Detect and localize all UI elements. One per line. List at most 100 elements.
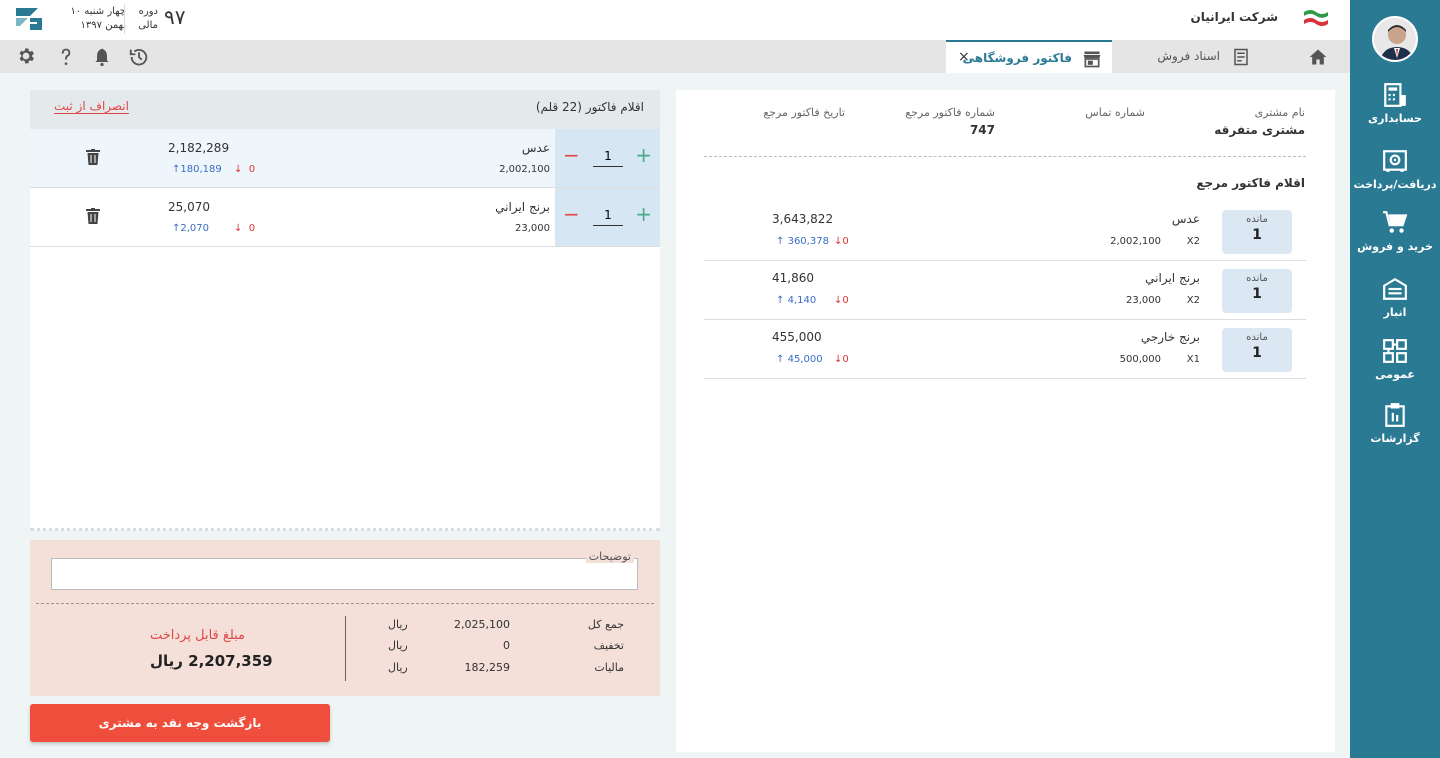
summary-divider — [345, 616, 346, 681]
accounting-icon — [1384, 83, 1406, 107]
delete-trash-icon[interactable] — [86, 149, 100, 168]
sidebar-item-label: گزارشات — [1370, 432, 1420, 445]
tax-value: 2,070 — [180, 223, 210, 234]
list-item[interactable]: مانده 1 برنج ايراني X2 23,000 41,860 ↑ 4… — [704, 261, 1306, 320]
item-total: 455,000 — [772, 330, 822, 344]
list-item[interactable]: مانده 1 عدس X2 2,002,100 3,643,822 ↑ 360… — [704, 202, 1306, 261]
grid-icon — [1383, 339, 1407, 363]
tax-increase: ↑2,070 — [172, 223, 209, 234]
discount-decrease: ↓0 — [834, 295, 849, 306]
fiscal-period-number[interactable]: ۹۷ — [164, 5, 185, 29]
item-price: 23,000 — [1126, 295, 1161, 306]
item-name: برنج ايراني — [495, 200, 550, 214]
discount-value: 0 — [248, 164, 256, 175]
remaining-value: 1 — [1252, 345, 1262, 361]
quantity-input[interactable] — [593, 145, 623, 167]
tab-store-invoice[interactable]: فاکتور فروشگاهی × — [946, 40, 1112, 73]
date-line-2: بهمن ۱۳۹۷ — [80, 20, 126, 31]
customer-value: مشتری متفرقه — [1214, 123, 1305, 137]
remaining-label: مانده — [1246, 332, 1268, 343]
item-total: 3,643,822 — [772, 212, 834, 226]
settings-gear-icon[interactable] — [16, 46, 36, 69]
increment-icon[interactable]: + — [635, 202, 652, 226]
tab-label: اسناد فروش — [1157, 49, 1220, 63]
divider — [704, 156, 1306, 157]
sidebar-item-buy-sell[interactable]: خرید و فروش — [1350, 210, 1440, 270]
currency-unit: ریال — [388, 661, 408, 674]
item-price: 2,002,100 — [499, 164, 550, 175]
item-price: 23,000 — [515, 223, 550, 234]
quantity-stepper: + − — [555, 188, 660, 246]
tax-value: 182,259 — [464, 661, 511, 674]
sidebar: حسابداری دریافت/پرداخت خرید و فروش انبار — [1350, 0, 1440, 758]
item-name: برنج خارجي — [1140, 330, 1200, 344]
user-avatar[interactable] — [1372, 16, 1418, 62]
document-icon — [1234, 48, 1248, 66]
decrement-icon[interactable]: − — [563, 143, 580, 167]
ref-number-label: شماره فاکتور مرجع — [905, 106, 995, 119]
notifications-bell-icon[interactable] — [92, 46, 112, 71]
increment-icon[interactable]: + — [635, 143, 652, 167]
currency-unit: ریال — [388, 639, 408, 652]
remaining-badge: مانده 1 — [1222, 210, 1292, 254]
table-row: + − عدس 2,002,100 2,182,289 ↑180,189 ↓ 0 — [30, 129, 660, 188]
delete-trash-icon[interactable] — [86, 208, 100, 227]
quantity-stepper: + − — [555, 129, 660, 187]
remaining-badge: مانده 1 — [1222, 328, 1292, 372]
list-item[interactable]: مانده 1 برنج خارجي X1 500,000 455,000 ↑ … — [704, 320, 1306, 379]
remaining-value: 1 — [1252, 227, 1262, 243]
discount-decrease: ↓0 — [834, 354, 849, 365]
history-icon[interactable] — [128, 46, 150, 71]
store-icon — [1083, 51, 1101, 68]
discount-value: 0 — [503, 639, 510, 652]
sidebar-item-warehouse[interactable]: انبار — [1350, 276, 1440, 336]
help-icon[interactable] — [56, 46, 76, 71]
contact-field: شماره تماس — [1085, 106, 1145, 119]
home-icon — [1309, 49, 1327, 65]
tax-value: 45,000 — [787, 354, 823, 365]
close-tab-icon[interactable]: × — [958, 49, 970, 65]
tab-label: فاکتور فروشگاهی — [962, 51, 1072, 65]
decrement-icon[interactable]: − — [563, 202, 580, 226]
tab-bar: اسناد فروش فاکتور فروشگاهی × — [0, 40, 1350, 73]
ref-date-label: تاریخ فاکتور مرجع — [763, 106, 845, 119]
item-name: برنج ايراني — [1145, 271, 1200, 285]
ref-number-value: 747 — [969, 123, 995, 137]
clipboard-icon — [1385, 403, 1405, 427]
table-row: + − برنج ايراني 23,000 25,070 ↑2,070 ↓ 0 — [30, 188, 660, 247]
avatar-image — [1374, 18, 1416, 60]
total-value: 2,025,100 — [454, 618, 510, 631]
tax-label: مالیات — [594, 661, 624, 674]
discount-decrease: ↓0 — [834, 236, 849, 247]
tab-home[interactable] — [1308, 47, 1328, 70]
item-qty: X2 — [1186, 236, 1200, 247]
company-name: شرکت ایرانیان — [1190, 10, 1278, 24]
tax-increase: ↑180,189 — [172, 164, 222, 175]
period-line-2: مالی — [138, 20, 158, 31]
quantity-input[interactable] — [593, 204, 623, 226]
notes-input[interactable] — [51, 558, 638, 590]
sidebar-item-label: انبار — [1383, 306, 1407, 319]
item-total: 25,070 — [168, 200, 210, 214]
refund-cash-button[interactable]: بازگشت وجه نقد به مشتری — [30, 704, 330, 742]
ref-date-field: تاریخ فاکتور مرجع — [763, 106, 845, 119]
sidebar-item-label: خرید و فروش — [1357, 240, 1433, 253]
ref-number-field: شماره فاکتور مرجع 747 — [905, 106, 995, 137]
header-divider — [124, 4, 125, 34]
app-logo — [14, 6, 46, 35]
summary-tax-row: مالیات 182,259 ریال — [370, 661, 640, 681]
cancel-registration-link[interactable]: انصراف از ثبت — [54, 99, 129, 114]
items-title: اقلام فاکتور (22 قلم) — [535, 100, 644, 114]
item-name: عدس — [521, 141, 550, 155]
customer-label: نام مشتری — [1254, 106, 1305, 119]
sidebar-item-label: عمومی — [1375, 368, 1415, 381]
sidebar-item-accounting[interactable]: حسابداری — [1350, 82, 1440, 142]
reference-items-title: اقلام فاکتور مرجع — [1196, 176, 1305, 190]
sidebar-item-receive-pay[interactable]: دریافت/پرداخت — [1350, 148, 1440, 208]
date-line-1: چهار شنبه ۱۰ — [70, 6, 126, 17]
sidebar-item-general[interactable]: عمومی — [1350, 338, 1440, 398]
arrow-up-icon: ↑ — [776, 354, 785, 365]
tab-sales-documents[interactable]: اسناد فروش — [1112, 40, 1260, 73]
item-total: 41,860 — [772, 271, 814, 285]
sidebar-item-reports[interactable]: گزارشات — [1350, 402, 1440, 462]
